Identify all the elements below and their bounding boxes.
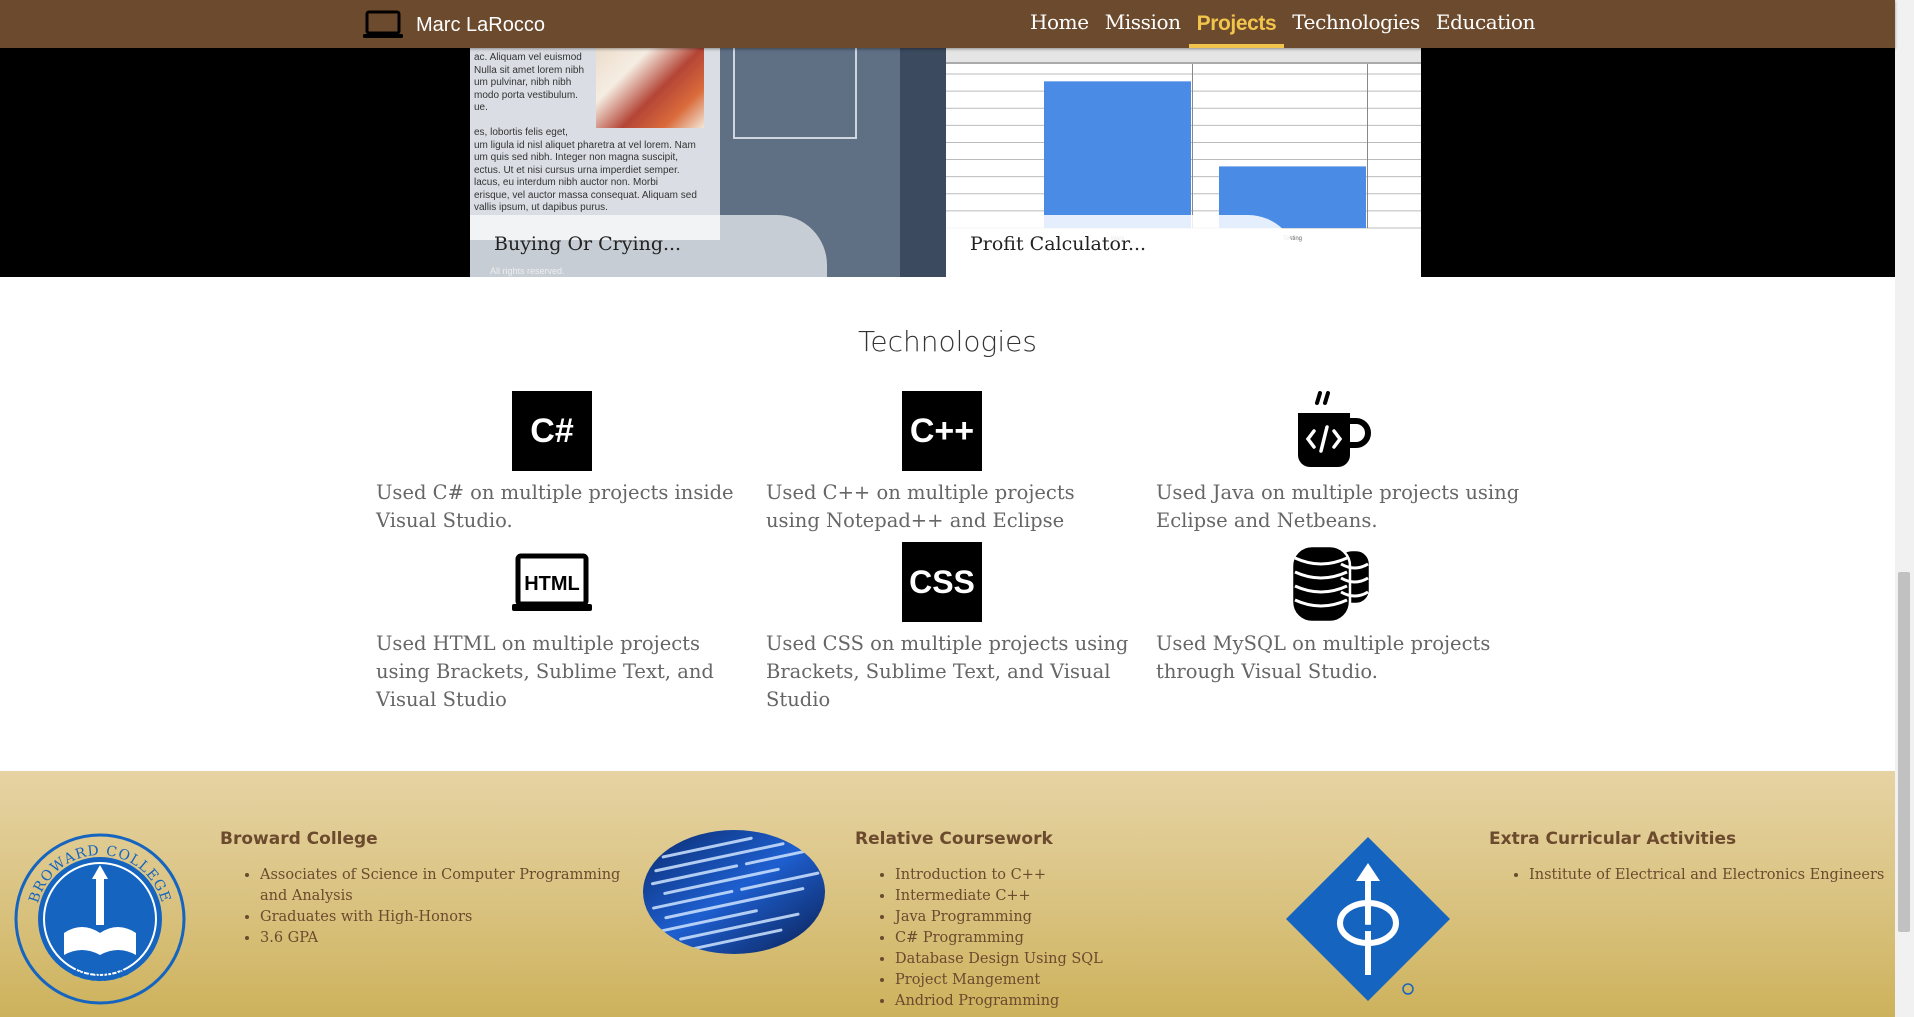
tech-description: Used C++ on multiple projects using Note… xyxy=(766,481,1075,532)
preview-text-line: lacus, eu interdum nibh auctor non. Morb… xyxy=(474,177,658,188)
nav-link-mission[interactable]: Mission xyxy=(1097,0,1189,48)
brand[interactable]: Marc LaRocco xyxy=(362,10,545,40)
preview-text-line: um ligula id nisl aliquet pharetra at ve… xyxy=(474,139,696,151)
java-coffee-icon xyxy=(1298,391,1371,467)
nav-link-education[interactable]: Education xyxy=(1428,0,1543,48)
extra-curricular-heading: Extra Curricular Activities xyxy=(1489,829,1737,849)
preview-text-line: Nulla sit amet lorem nibh xyxy=(474,64,585,76)
preview-text-line: erisque, vel auctor massa consequat. Ali… xyxy=(474,189,697,201)
preview-text-line: um quis sed nibh. Integer non magna susc… xyxy=(474,152,679,163)
preview-text-line: es, lobortis felis eget, xyxy=(474,127,568,138)
list-item: Introduction to C++ xyxy=(895,865,1195,886)
laptop-icon xyxy=(363,10,403,38)
nav-link-projects[interactable]: Projects xyxy=(1188,0,1285,48)
html-laptop-icon: HTML xyxy=(512,553,592,611)
project-preview-rights: All rights reserved. xyxy=(490,266,565,276)
tech-description: Used C# on multiple projects inside Visu… xyxy=(376,481,734,532)
list-item: 3.6 GPA xyxy=(260,928,640,949)
brand-name: Marc LaRocco xyxy=(416,13,545,36)
preview-text-line: ectus. Ut et nisi cursus urna imperdiet … xyxy=(474,164,680,176)
nav-link-technologies[interactable]: Technologies xyxy=(1284,0,1428,48)
list-item: Database Design Using SQL xyxy=(895,949,1195,970)
extra-curricular-list: Institute of Electrical and Electronics … xyxy=(1509,865,1909,886)
list-item: Associates of Science in Computer Progra… xyxy=(260,865,640,907)
list-item: Intermediate C++ xyxy=(895,886,1195,907)
cplusplus-icon: C++ xyxy=(902,391,982,471)
nav-links: Home Mission Projects Technologies Educa… xyxy=(1022,0,1543,48)
college-list: Associates of Science in Computer Progra… xyxy=(240,865,640,949)
csharp-icon: C# xyxy=(512,391,592,471)
coursework-list: Introduction to C++ Intermediate C++ Jav… xyxy=(875,865,1195,1012)
tech-description: Used Java on multiple projects using Ecl… xyxy=(1156,481,1520,532)
list-item: Institute of Electrical and Electronics … xyxy=(1529,865,1909,886)
nav-link-home[interactable]: Home xyxy=(1022,0,1097,48)
college-heading: Broward College xyxy=(220,829,378,849)
tech-description: Used MySQL on multiple projects through … xyxy=(1156,632,1491,683)
page-scrollbar[interactable] xyxy=(1895,0,1914,1017)
code-image-icon xyxy=(643,830,825,954)
preview-text-line: vallis ipsum, ut dapibus purus. xyxy=(474,202,608,213)
tech-description: Used HTML on multiple projects using Bra… xyxy=(376,632,714,711)
broward-college-seal-icon: BROWARD COLLEGE FLORIDA xyxy=(14,833,186,1005)
list-item: Project Mangement xyxy=(895,970,1195,991)
scrollbar-thumb[interactable] xyxy=(1898,572,1910,932)
coursework-heading: Relative Coursework xyxy=(855,829,1053,849)
preview-text-line: ac. Aliquam vel euismod xyxy=(474,52,582,63)
project-card-title[interactable]: Profit Calculator... xyxy=(970,233,1146,255)
css-icon: CSS xyxy=(902,542,982,622)
preview-text-line xyxy=(474,115,592,128)
project-card-title[interactable]: Buying Or Crying... xyxy=(494,233,681,255)
preview-text-line: ue. xyxy=(474,102,488,113)
preview-text-line: um pulvinar, nibh nibh xyxy=(474,77,572,88)
ieee-logo-icon xyxy=(1286,837,1450,1001)
svg-text:HTML: HTML xyxy=(524,573,580,595)
list-item: C# Programming xyxy=(895,928,1195,949)
database-icon xyxy=(1292,544,1372,622)
list-item: Java Programming xyxy=(895,907,1195,928)
footer: BROWARD COLLEGE FLORIDA Broward College … xyxy=(0,771,1895,1017)
technologies-heading: Technologies xyxy=(858,325,1037,358)
tech-description: Used CSS on multiple projects using Brac… xyxy=(766,632,1129,711)
list-item: Andriod Programming xyxy=(895,991,1195,1012)
preview-text-line: modo porta vestibulum. xyxy=(474,89,578,101)
chart-bar xyxy=(1044,81,1191,228)
top-navbar: Marc LaRocco Home Mission Projects Techn… xyxy=(0,0,1895,48)
list-item: Graduates with High-Honors xyxy=(260,907,640,928)
